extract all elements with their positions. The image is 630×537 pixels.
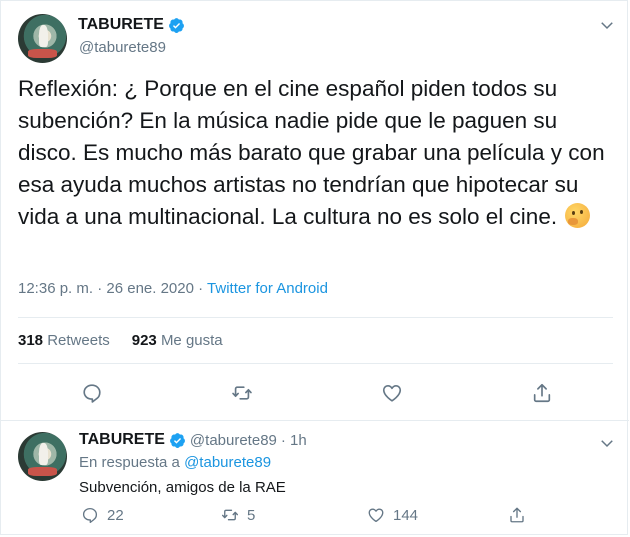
- divider: [18, 317, 613, 318]
- thread-separator: [1, 420, 629, 421]
- tweet-body: Reflexión: ¿ Porque en el cine español p…: [18, 76, 605, 229]
- reply-author-name[interactable]: TABURETE: [79, 431, 165, 449]
- likes-count: 923: [131, 332, 157, 349]
- divider: [18, 363, 613, 364]
- like-icon[interactable]: [381, 382, 403, 404]
- share-icon: [510, 507, 524, 523]
- author-avatar[interactable]: [18, 14, 67, 63]
- reply-share-button[interactable]: [508, 506, 526, 524]
- reply-reply-button[interactable]: 22: [81, 506, 124, 524]
- verified-badge-icon: [169, 432, 185, 448]
- tweet-text: Reflexión: ¿ Porque en el cine español p…: [18, 73, 618, 233]
- verified-badge-icon: [168, 17, 184, 33]
- retweet-count: 5: [247, 506, 256, 524]
- reply-text: Subvención, amigos de la RAE: [79, 479, 286, 496]
- tweet-stats: 318 Retweets 923 Me gusta: [18, 332, 223, 349]
- reply-like-button[interactable]: 144: [367, 506, 418, 524]
- in-reply-to: En respuesta a @taburete89: [79, 454, 271, 471]
- chevron-down-icon[interactable]: [598, 434, 616, 452]
- tweet-card: TABURETE @taburete89 Reflexión: ¿ Porque…: [0, 0, 629, 535]
- chevron-down-icon[interactable]: [598, 16, 616, 34]
- author-handle[interactable]: @taburete89: [79, 39, 166, 56]
- like-icon: [368, 508, 384, 523]
- in-reply-mention[interactable]: @taburete89: [184, 454, 271, 471]
- like-count: 144: [393, 506, 419, 524]
- in-reply-prefix: En respuesta a: [79, 454, 185, 471]
- likes-stat[interactable]: 923 Me gusta: [132, 332, 223, 349]
- reply-author-handle[interactable]: @taburete89: [190, 432, 277, 449]
- reply-action-bar: 22 5 144: [1, 506, 629, 528]
- tweet-meta: 12:36 p. m. · 26 ene. 2020 · Twitter for…: [18, 280, 328, 297]
- thinking-face-icon: [565, 203, 591, 228]
- share-icon[interactable]: [531, 382, 553, 404]
- tweet-action-bar: [1, 382, 629, 406]
- reply-author-avatar[interactable]: [18, 432, 67, 481]
- reply-icon: [82, 507, 98, 524]
- retweets-stat[interactable]: 318 Retweets: [18, 332, 110, 349]
- likes-label: Me gusta: [160, 332, 223, 349]
- reply-name-row: TABURETE @taburete89 · 1h: [79, 431, 307, 449]
- reply-count: 22: [107, 506, 124, 524]
- reply-time[interactable]: · 1h: [281, 432, 307, 449]
- retweets-count: 318: [18, 332, 44, 349]
- author-name[interactable]: TABURETE: [78, 16, 164, 34]
- tweet-source-link[interactable]: Twitter for Android: [207, 280, 328, 297]
- retweet-icon[interactable]: [231, 382, 253, 404]
- reply-retweet-button[interactable]: 5: [221, 506, 255, 524]
- retweet-icon: [221, 509, 239, 521]
- retweets-label: Retweets: [47, 332, 110, 349]
- reply-icon[interactable]: [81, 382, 103, 404]
- tweet-timestamp[interactable]: 12:36 p. m. · 26 ene. 2020 ·: [18, 280, 207, 297]
- author-name-row: TABURETE: [78, 16, 185, 34]
